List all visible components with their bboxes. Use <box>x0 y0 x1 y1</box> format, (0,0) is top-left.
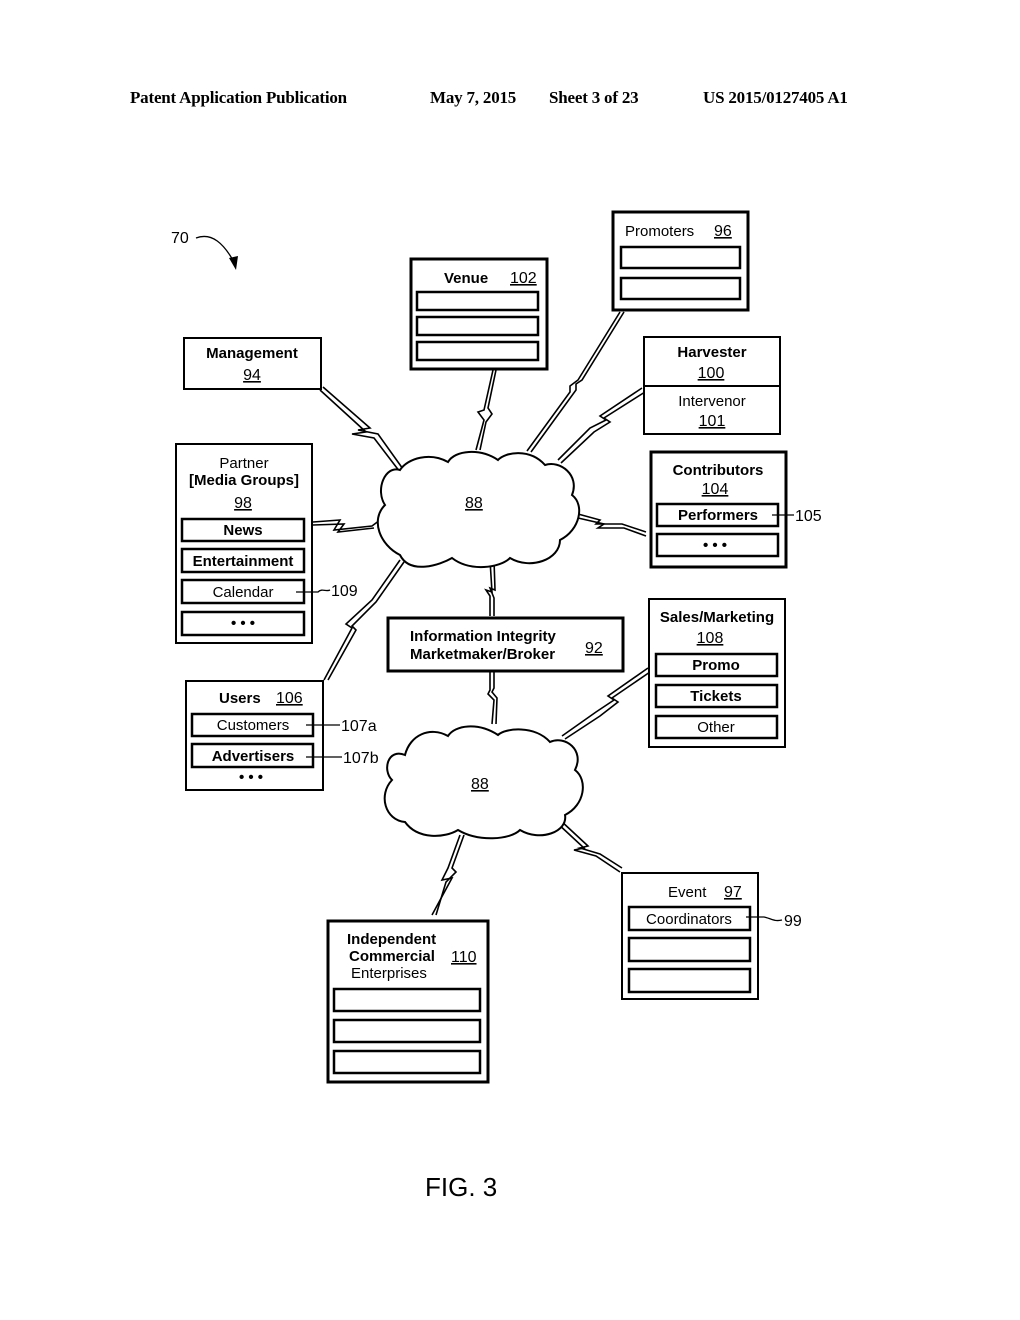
harvester-title: Harvester <box>677 344 746 361</box>
promoters-node: Promoters 96 <box>611 210 750 312</box>
broker-ref: 92 <box>585 640 603 657</box>
venue-slot <box>415 340 540 362</box>
broker-line1: Information Integrity <box>410 628 556 645</box>
management-ref: 94 <box>243 367 261 384</box>
sales-item: Promo <box>692 657 740 674</box>
management-title: Management <box>206 345 298 362</box>
system-ref-label: 70 <box>171 230 189 247</box>
users-node: Users 106 Customers Advertisers • • • 10… <box>185 680 379 791</box>
ice-line2: Commercial <box>349 948 435 965</box>
users-item: Customers <box>217 717 290 734</box>
link-contributors <box>577 513 647 533</box>
event-item-box <box>627 936 752 963</box>
system-diagram: 70 88 88 Management 94 Venue 102 Promote… <box>171 210 822 1084</box>
broker-line2: Marketmaker/Broker <box>410 646 555 663</box>
partner-item: Entertainment <box>193 553 294 570</box>
event-ref: 97 <box>724 884 742 901</box>
link-broker-lower <box>487 672 495 725</box>
contributors-ref: 104 <box>702 481 729 498</box>
sales-ref: 108 <box>697 630 724 647</box>
promoters-slot <box>619 245 742 270</box>
harvester-intervenor-node: Harvester 100 Intervenor 101 <box>643 336 781 435</box>
users-title: Users <box>219 690 261 707</box>
sales-item: Other <box>697 719 735 736</box>
partner-item: Calendar <box>213 584 274 601</box>
promoters-title: Promoters <box>625 223 694 240</box>
calendar-callout: 109 <box>331 583 358 600</box>
partner-title-line1: Partner <box>219 455 268 472</box>
intervenor-ref: 101 <box>699 413 726 430</box>
contributors-item: • • • <box>703 537 727 554</box>
venue-title: Venue <box>444 270 488 287</box>
venue-node: Venue 102 <box>409 257 549 371</box>
partner-ref: 98 <box>234 495 252 512</box>
management-node: Management 94 <box>183 337 322 390</box>
broker-node: Information Integrity Marketmaker/Broker… <box>386 616 625 673</box>
network-cloud-lower: 88 <box>383 725 584 840</box>
users-ref: 106 <box>276 690 303 707</box>
venue-ref: 102 <box>510 270 537 287</box>
link-ice <box>431 834 461 916</box>
network-cloud-upper: 88 <box>376 451 581 569</box>
users-item: Advertisers <box>212 748 295 765</box>
ice-ref: 110 <box>451 949 477 966</box>
coordinators-callout: 99 <box>784 913 802 930</box>
contributors-title: Contributors <box>673 462 764 479</box>
event-node: Event 97 Coordinators 99 <box>621 872 802 1000</box>
partner-node: Partner [Media Groups] 98 News Entertain… <box>175 443 358 644</box>
promoters-slot <box>619 276 742 301</box>
ice-slot <box>332 1049 482 1075</box>
network-lower-ref: 88 <box>471 776 489 793</box>
event-item-box <box>627 967 752 994</box>
system-ref-arrow <box>195 235 235 263</box>
contributors-node: Contributors 104 Performers • • • 105 <box>649 450 822 569</box>
ice-node: Independent Commercial Enterprises 110 <box>326 919 490 1084</box>
partner-title-line2: [Media Groups] <box>189 472 299 489</box>
sales-item: Tickets <box>690 688 741 705</box>
sales-marketing-node: Sales/Marketing 108 Promo Tickets Other <box>648 598 786 748</box>
partner-item: News <box>223 522 262 539</box>
ice-slot <box>332 987 482 1013</box>
arrowhead-icon <box>229 256 238 270</box>
intervenor-title: Intervenor <box>678 393 746 410</box>
partner-item: • • • <box>231 615 255 632</box>
network-upper-ref: 88 <box>465 495 483 512</box>
performers-callout: 105 <box>795 508 822 525</box>
link-sales <box>561 667 649 737</box>
event-title: Event <box>668 884 707 901</box>
ice-slot <box>332 1018 482 1044</box>
customers-callout: 107a <box>341 718 377 735</box>
contributors-item: Performers <box>678 507 758 524</box>
venue-slot <box>415 290 540 312</box>
figure-label: FIG. 3 <box>425 1172 498 1202</box>
venue-slot <box>415 315 540 337</box>
event-item: Coordinators <box>646 911 732 928</box>
harvester-ref: 100 <box>698 365 725 382</box>
advertisers-callout: 107b <box>343 750 379 767</box>
link-venue <box>475 369 494 451</box>
ice-line1: Independent <box>347 931 436 948</box>
sales-title: Sales/Marketing <box>660 609 774 626</box>
users-more: • • • <box>239 769 263 786</box>
ice-line3: Enterprises <box>351 965 427 982</box>
link-event <box>555 821 621 873</box>
promoters-ref: 96 <box>714 223 732 240</box>
